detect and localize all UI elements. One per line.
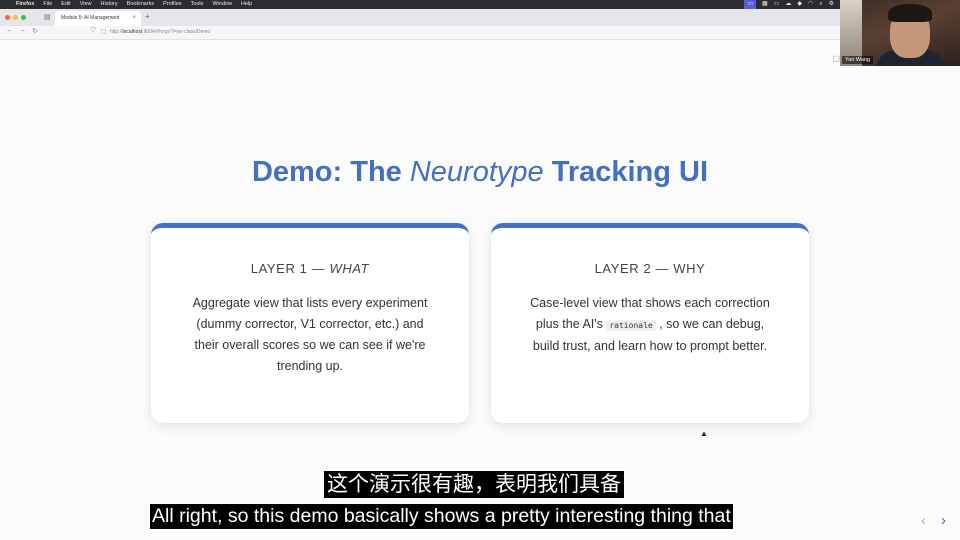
minimize-window-icon[interactable] — [13, 15, 18, 20]
layer-2-heading: LAYER 2 — WHY — [594, 261, 706, 276]
rationale-code: rationale — [606, 320, 656, 331]
title-part-1: Demo: The — [251, 156, 410, 188]
status-tray: ▭ ▦ ▭ ☁ ◆ ◠ ⌕ ⚙ — [744, 0, 834, 9]
menu-item-bookmarks[interactable]: Bookmarks — [127, 0, 155, 9]
back-arrow-icon[interactable]: ← — [6, 27, 13, 34]
presenter-name: Yan Wang — [842, 56, 874, 64]
slide-title: Demo: The Neurotype Tracking UI — [0, 156, 960, 189]
close-window-icon[interactable] — [5, 15, 10, 20]
title-emphasis: Neurotype — [409, 156, 544, 188]
layer-1-heading-emphasis: WHAT — [329, 261, 370, 276]
url-host: localhost — [122, 29, 143, 35]
menu-item-history[interactable]: History — [101, 0, 118, 9]
window-controls — [5, 15, 26, 20]
menu-item-tools[interactable]: Tools — [191, 0, 204, 9]
page-info-icon[interactable]: ▢ — [101, 28, 107, 35]
url-field[interactable]: http://localhost:8004/#/orgs?i=an-class/… — [110, 29, 210, 35]
tab-bar: ▤ Module 5: AI Management × + — [0, 9, 840, 26]
new-tab-button[interactable]: + — [145, 12, 150, 21]
menu-app-name[interactable]: Firefox — [16, 0, 34, 9]
zoom-window-icon[interactable] — [21, 15, 26, 20]
layer-1-heading-prefix: LAYER 1 — — [250, 261, 330, 276]
layer-2-body: Case-level view that shows each correcti… — [525, 293, 775, 357]
search-icon[interactable]: ⌕ — [819, 0, 822, 9]
close-tab-icon[interactable]: × — [132, 11, 136, 26]
menu-item-profiles[interactable]: Profiles — [163, 0, 181, 9]
menu-item-view[interactable]: View — [80, 0, 92, 9]
grid-icon[interactable]: ▦ — [762, 0, 768, 9]
menu-item-help[interactable]: Help — [241, 0, 252, 9]
layer-1-body: Aggregate view that lists every experime… — [192, 296, 428, 373]
mouse-cursor-icon: ▲ — [700, 429, 708, 438]
menu-item-file[interactable]: File — [43, 0, 52, 9]
previous-slide-icon[interactable]: ‹ — [921, 512, 926, 529]
title-part-2: Tracking UI — [543, 156, 709, 188]
browser-tab[interactable]: Module 5: AI Management × — [55, 11, 141, 26]
subtitle-chinese: 这个演示很有趣，表明我们具备 — [324, 471, 624, 498]
layer-1-heading: LAYER 1 — WHAT — [151, 261, 469, 276]
layer-2-card: LAYER 2 — WHY Case-level view that shows… — [491, 223, 809, 423]
nav-bar: ← → ↻ ⛉ ▢ http://localhost:8004/#/orgs?i… — [0, 26, 840, 63]
url-path: :8004/#/orgs?i=an-class/Demo — [142, 29, 211, 35]
control-center-icon[interactable]: ⚙ — [829, 0, 834, 9]
sidebar-toggle-icon[interactable]: ▤ — [44, 13, 51, 21]
dropbox-icon[interactable]: ◆ — [797, 0, 802, 9]
presenter-hair — [888, 4, 932, 22]
tab-title: Module 5: AI Management — [61, 15, 120, 21]
subtitle-english: All right, so this demo basically shows … — [150, 504, 733, 529]
webcam-overlay: Yan Wang — [840, 0, 960, 66]
extensions-icon[interactable]: ▢ — [832, 54, 840, 63]
next-slide-icon[interactable]: › — [941, 512, 946, 529]
shield-icon[interactable]: ⛉ — [91, 28, 96, 35]
menu-item-window[interactable]: Window — [212, 0, 232, 9]
layer-1-card: LAYER 1 — WHAT Aggregate view that lists… — [151, 223, 469, 423]
url-prefix: http:// — [110, 29, 123, 35]
cloud-icon[interactable]: ☁ — [785, 0, 791, 9]
menu-item-edit[interactable]: Edit — [61, 0, 70, 9]
battery-icon[interactable]: ▭ — [774, 0, 780, 9]
wifi-icon[interactable]: ◠ — [808, 0, 813, 9]
screen-share-icon[interactable]: ▭ — [744, 0, 757, 9]
reload-icon[interactable]: ↻ — [32, 27, 38, 35]
menu-bar: Firefox File Edit View History Bookmarks… — [0, 0, 840, 9]
forward-arrow-icon[interactable]: → — [19, 27, 26, 34]
